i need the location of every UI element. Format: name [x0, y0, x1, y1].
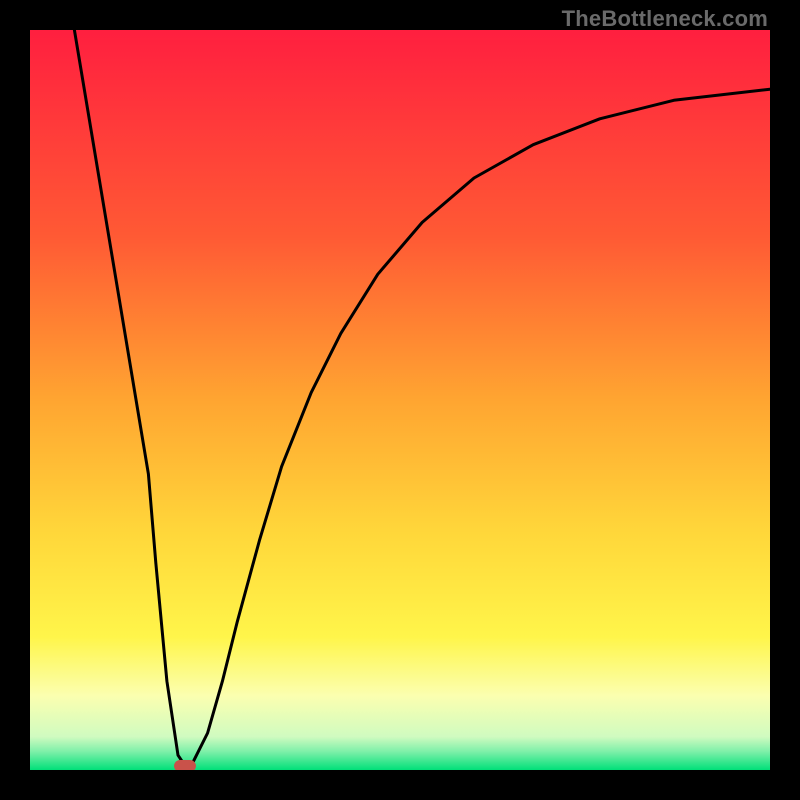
- bottleneck-curve: [30, 30, 770, 770]
- chart-frame: TheBottleneck.com: [0, 0, 800, 800]
- optimal-point-marker: [174, 760, 196, 770]
- watermark-text: TheBottleneck.com: [562, 6, 768, 32]
- plot-area: [30, 30, 770, 770]
